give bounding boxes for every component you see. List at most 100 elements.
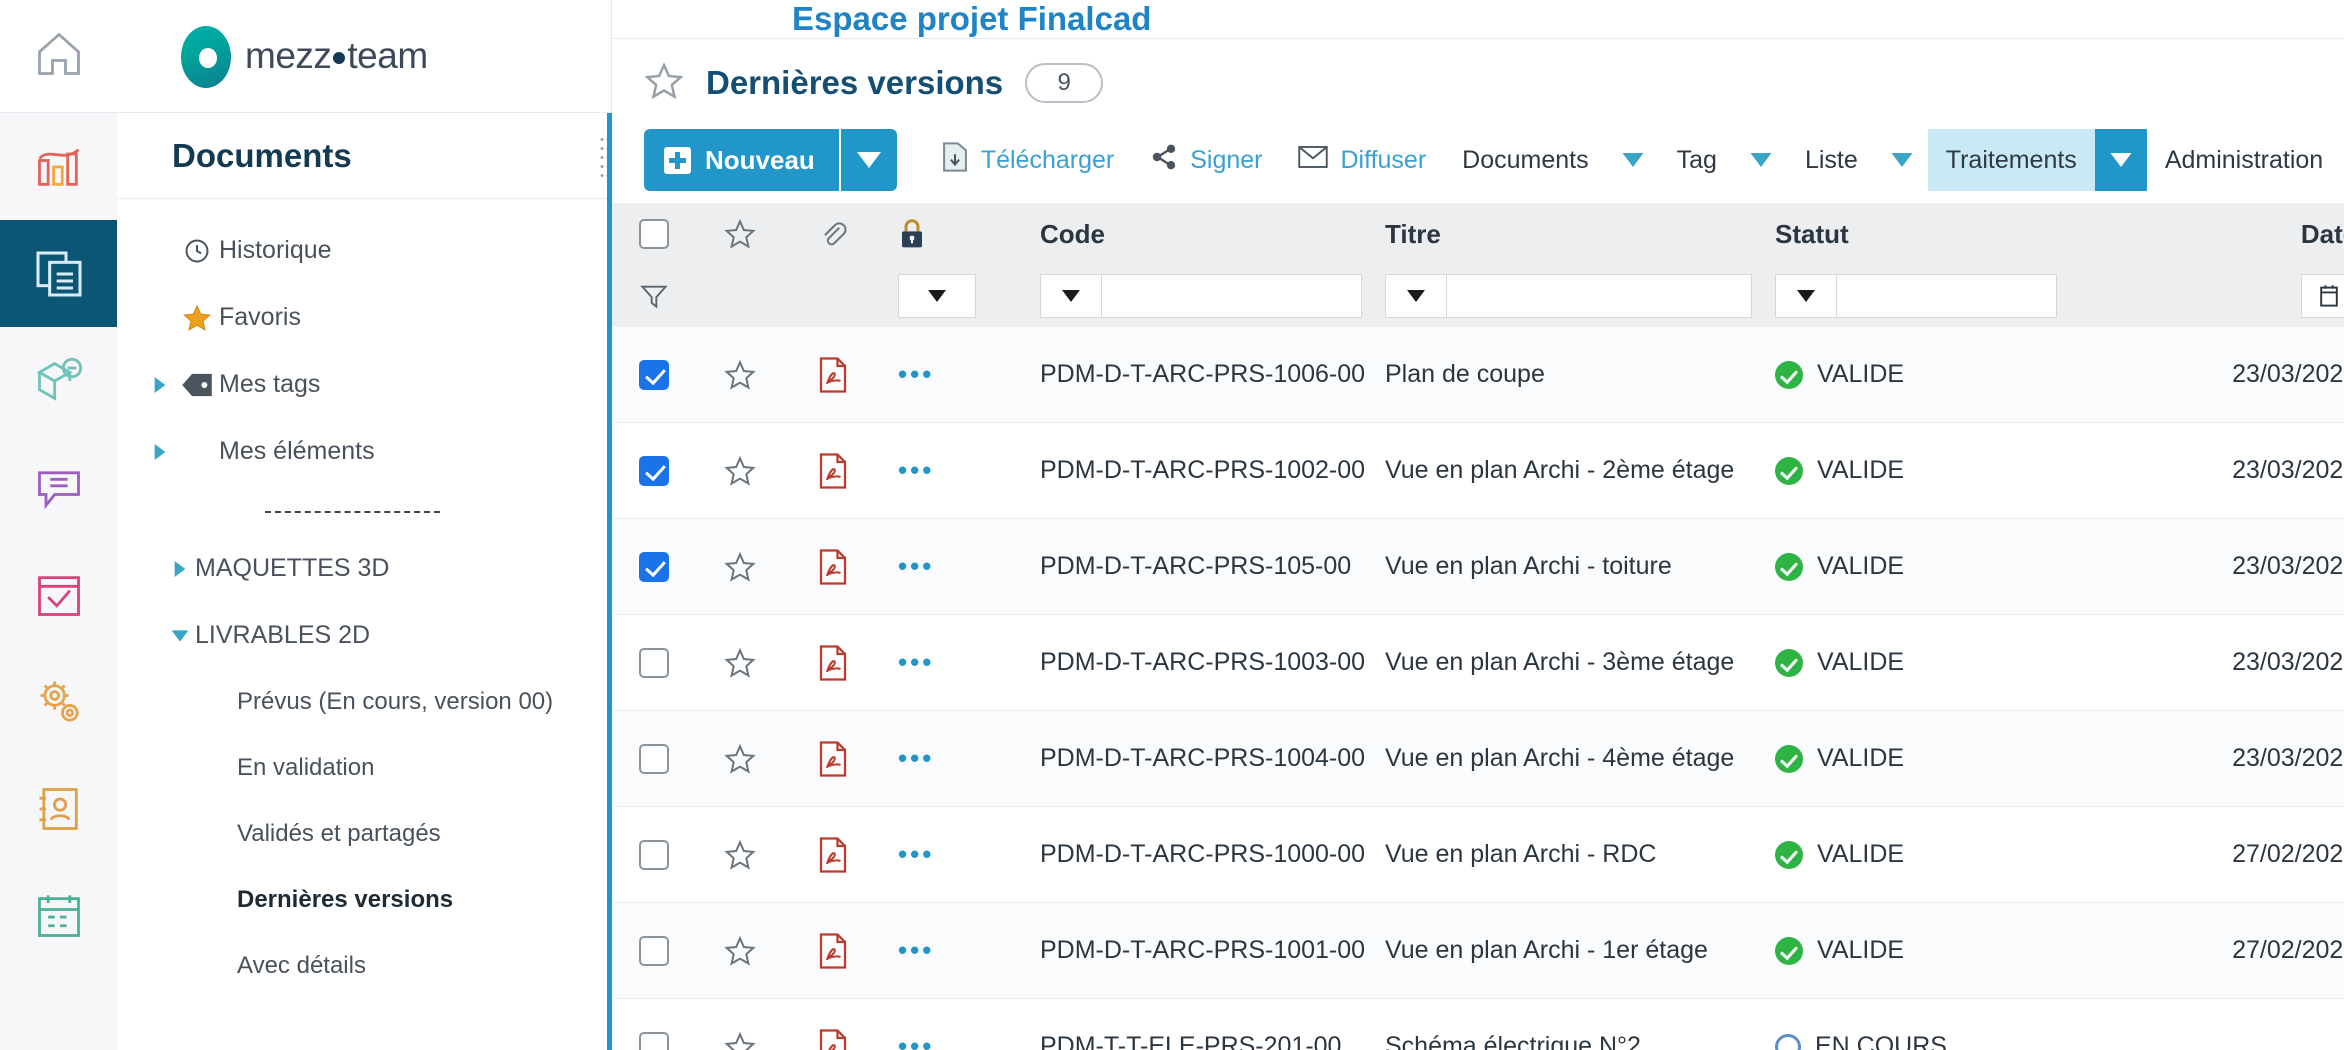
filter-code-operator[interactable] (1040, 274, 1102, 318)
column-header-title[interactable]: Titre (1377, 219, 1767, 250)
date-picker-icon[interactable] (2301, 274, 2344, 318)
row-more-actions[interactable]: ••• (882, 1031, 1032, 1050)
row-more-actions[interactable]: ••• (882, 839, 1032, 870)
new-button-main[interactable]: Nouveau (644, 129, 839, 191)
row-checkbox[interactable] (612, 839, 696, 870)
diffuse-button[interactable]: Diffuser (1280, 129, 1444, 191)
row-checkbox[interactable] (612, 743, 696, 774)
row-checkbox[interactable] (612, 359, 696, 390)
rail-item-models[interactable] (0, 327, 117, 434)
pdf-icon[interactable] (784, 644, 882, 681)
row-more-actions[interactable]: ••• (882, 551, 1032, 582)
nav-subitem-avec-details[interactable]: Avec détails (117, 933, 611, 999)
table-row[interactable]: ••• PDM-D-T-ARC-PRS-105-00 Vue en plan A… (612, 519, 2344, 615)
rail-item-calendar[interactable] (0, 862, 117, 969)
filter-title-input[interactable] (1447, 274, 1752, 318)
administration-menu[interactable]: Administration (2147, 129, 2344, 191)
pdf-icon[interactable] (784, 740, 882, 777)
row-checkbox[interactable] (612, 1031, 696, 1050)
table-row[interactable]: ••• PDM-D-T-ARC-PRS-1002-00 Vue en plan … (612, 423, 2344, 519)
chevron-down-icon[interactable] (1876, 129, 1928, 191)
column-header-status[interactable]: Statut (1767, 219, 2067, 250)
traitements-menu-label[interactable]: Traitements (1927, 129, 2095, 191)
select-all-checkbox[interactable] (612, 219, 696, 249)
row-more-actions[interactable]: ••• (882, 935, 1032, 966)
new-button-dropdown-caret[interactable] (838, 129, 897, 191)
row-star-icon[interactable] (696, 743, 784, 775)
nav-group-livrables-2d[interactable]: LIVRABLES 2D (117, 602, 611, 669)
chevron-down-icon[interactable] (2094, 129, 2147, 191)
row-star-icon[interactable] (696, 839, 784, 871)
filter-title[interactable] (1377, 274, 1767, 318)
chevron-down-icon[interactable] (1607, 129, 1659, 191)
nav-group-maquettes-3d[interactable]: MAQUETTES 3D (117, 535, 611, 602)
filter-date[interactable] (2067, 274, 2344, 318)
row-checkbox[interactable] (612, 935, 696, 966)
rail-item-tasks[interactable] (0, 541, 117, 648)
row-star-icon[interactable] (696, 647, 784, 679)
table-row[interactable]: ••• PDM-D-T-ARC-PRS-1001-00 Vue en plan … (612, 903, 2344, 999)
row-star-icon[interactable] (696, 935, 784, 967)
rail-item-home[interactable] (0, 0, 117, 113)
column-header-date[interactable]: Date (2067, 219, 2344, 250)
panel-grip-dots[interactable] (599, 135, 607, 183)
download-button[interactable]: Télécharger (923, 129, 1132, 191)
star-column-icon[interactable] (696, 218, 784, 250)
rail-item-settings[interactable] (0, 648, 117, 755)
liste-menu-label[interactable]: Liste (1787, 129, 1876, 191)
filter-status-operator[interactable] (1775, 274, 1837, 318)
documents-menu-label[interactable]: Documents (1444, 129, 1606, 191)
traitements-menu[interactable]: Traitements (1927, 129, 2147, 191)
administration-menu-label[interactable]: Administration (2147, 129, 2341, 191)
sign-button[interactable]: Signer (1132, 129, 1280, 191)
rail-item-messages[interactable] (0, 434, 117, 541)
row-more-actions[interactable]: ••• (882, 359, 1032, 390)
favorite-star-icon[interactable] (644, 61, 684, 106)
table-row[interactable]: ••• PDM-D-T-ARC-PRS-1003-00 Vue en plan … (612, 615, 2344, 711)
filter-title-operator[interactable] (1385, 274, 1447, 318)
pdf-icon[interactable] (784, 932, 882, 969)
pdf-icon[interactable] (784, 452, 882, 489)
tag-menu[interactable]: Tag (1659, 129, 1787, 191)
nav-item-mes-elements[interactable]: Mes éléments (117, 418, 611, 485)
nav-subitem-valides-et-partages[interactable]: Validés et partagés (117, 801, 611, 867)
rail-item-reports[interactable] (0, 113, 117, 220)
row-star-icon[interactable] (696, 359, 784, 391)
row-more-actions[interactable]: ••• (882, 743, 1032, 774)
filter-lock-select[interactable] (882, 274, 1032, 318)
table-row[interactable]: ••• PDM-D-T-ARC-PRS-1006-00 Plan de coup… (612, 327, 2344, 423)
table-row[interactable]: ••• PDM-T-T-ELE-PRS-201-00 Schéma électr… (612, 999, 2344, 1050)
chevron-right-icon[interactable] (165, 560, 195, 577)
rail-item-documents[interactable] (0, 220, 117, 327)
filter-status-input[interactable] (1837, 274, 2057, 318)
documents-menu[interactable]: Documents (1444, 129, 1658, 191)
liste-menu[interactable]: Liste (1787, 129, 1928, 191)
row-star-icon[interactable] (696, 455, 784, 487)
pdf-icon[interactable] (784, 356, 882, 393)
lock-icon[interactable] (882, 218, 1032, 250)
column-header-code[interactable]: Code (1032, 219, 1377, 250)
table-row[interactable]: ••• PDM-D-T-ARC-PRS-1000-00 Vue en plan … (612, 807, 2344, 903)
nav-subitem-dernieres-versions[interactable]: Dernières versions (117, 867, 611, 933)
pdf-icon[interactable] (784, 1028, 882, 1050)
filter-status[interactable] (1767, 274, 2067, 318)
row-more-actions[interactable]: ••• (882, 455, 1032, 486)
new-button[interactable]: Nouveau (644, 129, 897, 191)
row-checkbox[interactable] (612, 551, 696, 582)
paperclip-icon[interactable] (784, 219, 882, 249)
chevron-right-icon[interactable] (145, 443, 175, 460)
nav-item-mes-tags[interactable]: Mes tags (117, 351, 611, 418)
nav-subitem-en-validation[interactable]: En validation (117, 735, 611, 801)
row-checkbox[interactable] (612, 647, 696, 678)
row-star-icon[interactable] (696, 551, 784, 583)
nav-item-historique[interactable]: Historique (117, 217, 611, 284)
row-more-actions[interactable]: ••• (882, 647, 1032, 678)
chevron-down-icon[interactable] (1735, 129, 1787, 191)
tag-menu-label[interactable]: Tag (1659, 129, 1735, 191)
chevron-down-icon[interactable] (165, 629, 195, 643)
funnel-icon[interactable] (612, 282, 696, 310)
rail-item-contacts[interactable] (0, 755, 117, 862)
table-row[interactable]: ••• PDM-D-T-ARC-PRS-1004-00 Vue en plan … (612, 711, 2344, 807)
chevron-right-icon[interactable] (145, 376, 175, 393)
pdf-icon[interactable] (784, 836, 882, 873)
